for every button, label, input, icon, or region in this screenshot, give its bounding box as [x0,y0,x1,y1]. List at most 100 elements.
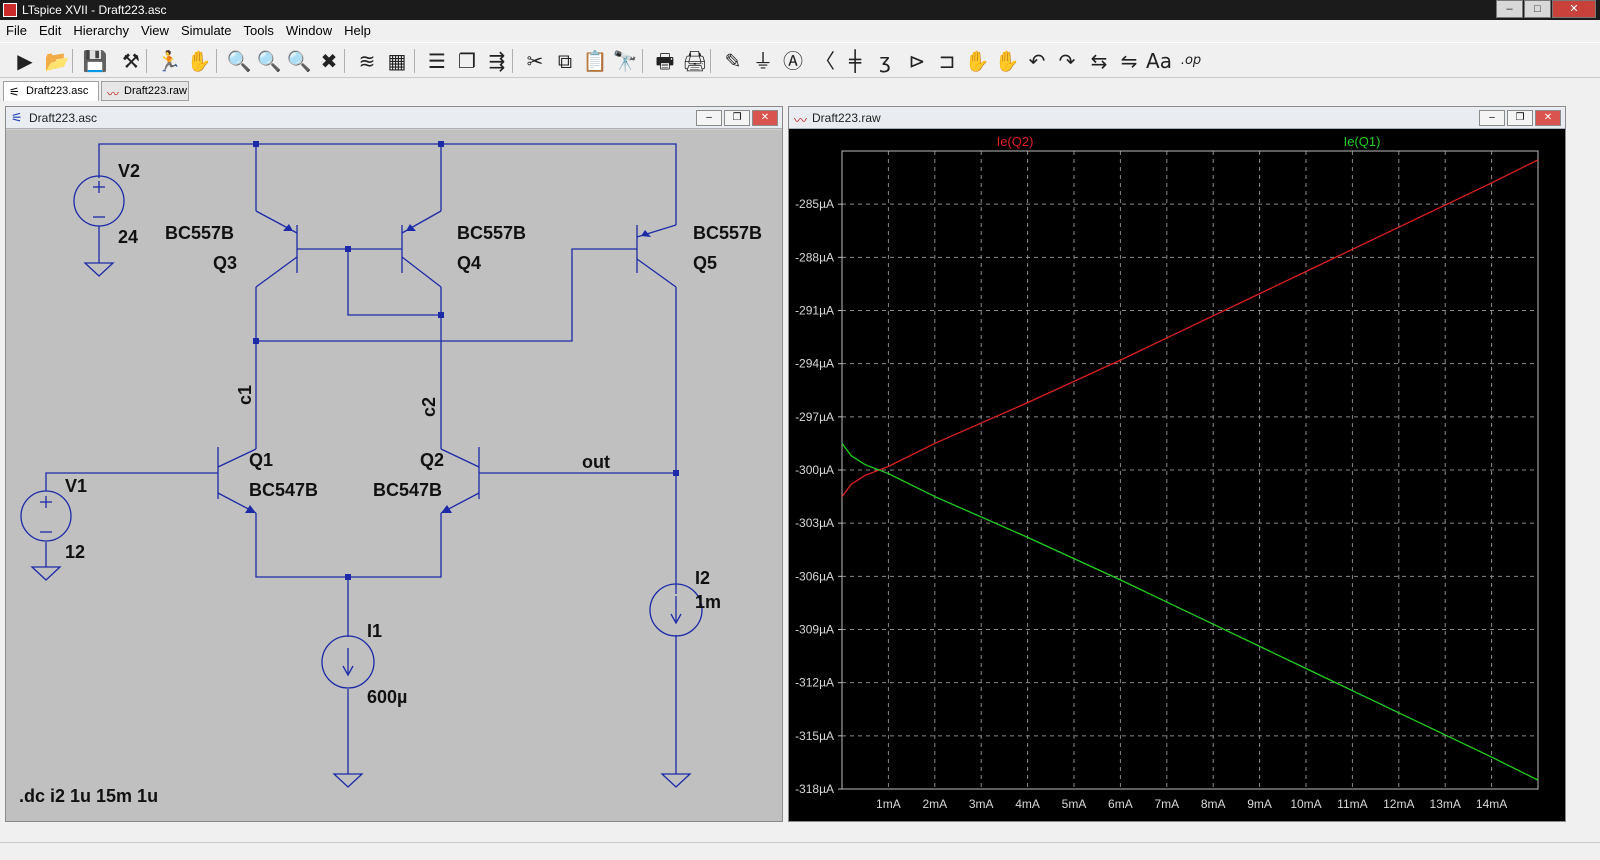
grid-icon[interactable]: ▦ [384,48,410,74]
drag-icon[interactable]: ✋ [994,48,1020,74]
toolbar-separator [216,49,217,73]
ltspice-app-icon [3,3,17,17]
toolbar-separator [642,49,643,73]
hand-icon[interactable]: ✋ [186,48,212,74]
v2-value: 24 [118,227,138,247]
x-tick-label: 9mA [1247,797,1272,811]
schematic-canvas[interactable]: V2 24 BC557B Q3 BC557B Q4 BC557B Q5 Q1 B… [6,130,782,821]
toolbar-separator [146,49,147,73]
waveform-window: 〰 Draft223.raw – ❐ ✕ 1mA 2mA 3mA 4mA 5mA 6mA 7… [788,106,1566,822]
schematic-close-button[interactable]: ✕ [752,110,778,126]
menu-tools[interactable]: Tools [238,20,280,38]
i2-value: 1m [695,592,721,612]
zoom-in-icon[interactable]: 🔍 [226,48,252,74]
paste-icon[interactable]: 📋 [582,48,608,74]
open-icon[interactable]: 📂 [44,48,70,74]
q5-model: BC557B [693,223,762,243]
waveform-window-caption: 〰 Draft223.raw – ❐ ✕ [789,107,1565,129]
y-tick-label: -312µA [795,676,834,690]
x-tick-label: 10mA [1290,797,1321,811]
x-tick-label: 13mA [1430,797,1461,811]
redo-icon[interactable]: ↷ [1054,48,1080,74]
net-label-out[interactable]: out [582,452,610,472]
print-icon[interactable]: 🖶 [652,48,678,74]
tab-waveform[interactable]: 〰 Draft223.raw [101,81,189,101]
menu-edit[interactable]: Edit [33,20,67,38]
autorange-icon[interactable]: ≋ [354,48,380,74]
net-label-c2[interactable]: c2 [419,397,439,417]
q2-name: Q2 [420,450,444,470]
menu-view[interactable]: View [135,20,175,38]
y-tick-label: -318µA [795,782,834,796]
toolbar-separator [414,49,415,73]
net-label-c1[interactable]: c1 [235,385,255,405]
component-icon[interactable]: ⊐ [934,48,960,74]
x-tick-label: 8mA [1201,797,1226,811]
cut-icon[interactable]: ✂ [522,48,548,74]
menu-hierarchy[interactable]: Hierarchy [67,20,135,38]
waveform-plot[interactable]: 1mA 2mA 3mA 4mA 5mA 6mA 7mA 8mA 9mA 10mA 11mA 12mA 1… [789,130,1565,821]
resistor-icon[interactable]: 〈 [812,48,838,74]
ground-icon[interactable]: ⏚ [750,48,776,74]
spice-directive-icon[interactable]: .op [1176,48,1206,74]
menu-simulate[interactable]: Simulate [175,20,238,38]
spice-directive[interactable]: .dc i2 1u 15m 1u [19,786,158,806]
tile-horizontal-icon[interactable]: ☰ [424,48,450,74]
toolbar-separator [512,49,513,73]
undo-icon[interactable]: ↶ [1024,48,1050,74]
control-panel-icon[interactable]: ⚒ [118,48,144,74]
wire-icon[interactable]: ✎ [720,48,746,74]
menu-window[interactable]: Window [280,20,338,38]
menu-file[interactable]: File [0,20,33,38]
close-button[interactable]: ✕ [1552,0,1596,18]
halt-icon[interactable]: 🏃 [156,48,182,74]
toolbar-separator [710,49,711,73]
label-icon[interactable]: Ⓐ [780,48,806,74]
mirror-icon[interactable]: ⇋ [1116,48,1142,74]
find-icon[interactable]: 🔭 [612,48,638,74]
tab-schematic[interactable]: ⚟ Draft223.asc [3,81,99,101]
print-setup-icon[interactable]: 🖨 [682,48,708,74]
run-icon[interactable]: ▶ [12,48,38,74]
waveform-close-button[interactable]: ✕ [1535,110,1561,126]
waveform-restore-button[interactable]: ❐ [1507,110,1533,126]
capacitor-icon[interactable]: ╪ [842,48,868,74]
document-tab-bar: ⚟ Draft223.asc 〰 Draft223.raw [0,79,1600,101]
move-icon[interactable]: ✋ [964,48,990,74]
legend-entry[interactable]: Ie(Q2) [997,134,1034,149]
q5-name: Q5 [693,253,717,273]
x-tick-label: 7mA [1154,797,1179,811]
zoom-fit-icon[interactable]: ✖ [316,48,342,74]
zoom-out-icon[interactable]: 🔍 [286,48,312,74]
waveform-icon: 〰 [794,113,808,128]
zoom-pan-icon[interactable]: 🔍 [256,48,282,74]
x-tick-label: 2mA [922,797,947,811]
cascade-icon[interactable]: ❐ [454,48,480,74]
y-tick-label: -309µA [795,623,834,637]
q1-model: BC547B [249,480,318,500]
y-tick-label: -300µA [795,463,834,477]
schematic-minimize-button[interactable]: – [696,110,722,126]
save-icon[interactable]: 💾 [82,48,108,74]
x-tick-label: 4mA [1015,797,1040,811]
text-icon[interactable]: Aa [1146,48,1172,74]
i2-name: I2 [695,568,710,588]
rotate-icon[interactable]: ⇆ [1086,48,1112,74]
inductor-icon[interactable]: ʒ [872,48,898,74]
toolbar: ▶ 📂 💾 ⚒ 🏃 ✋ 🔍 🔍 🔍 ✖ ≋ ▦ ☰ ❐ ⇶ ✂ ⧉ 📋 🔭 🖶 🖨 ✎ ⏚ Ⓐ 〈 ╪ ʒ ⊳ ⊐ ✋ ✋ ↶ ↷ ⇆ ⇋ Aa .op [0,42,1600,78]
x-tick-label: 3mA [969,797,994,811]
legend-entry[interactable]: Ie(Q1) [1344,134,1381,149]
y-tick-label: -297µA [795,410,834,424]
tile-vertical-icon[interactable]: ⇶ [484,48,510,74]
schematic-restore-button[interactable]: ❐ [724,110,750,126]
copy-icon[interactable]: ⧉ [552,48,578,74]
schematic-window-caption: ⚟ Draft223.asc – ❐ ✕ [6,107,782,129]
x-tick-label: 1mA [876,797,901,811]
waveform-minimize-button[interactable]: – [1479,110,1505,126]
y-tick-label: -315µA [795,729,834,743]
minimize-button[interactable]: – [1496,0,1523,18]
maximize-button[interactable]: □ [1524,0,1551,18]
q4-model: BC557B [457,223,526,243]
diode-icon[interactable]: ⊳ [904,48,930,74]
menu-help[interactable]: Help [338,20,377,38]
